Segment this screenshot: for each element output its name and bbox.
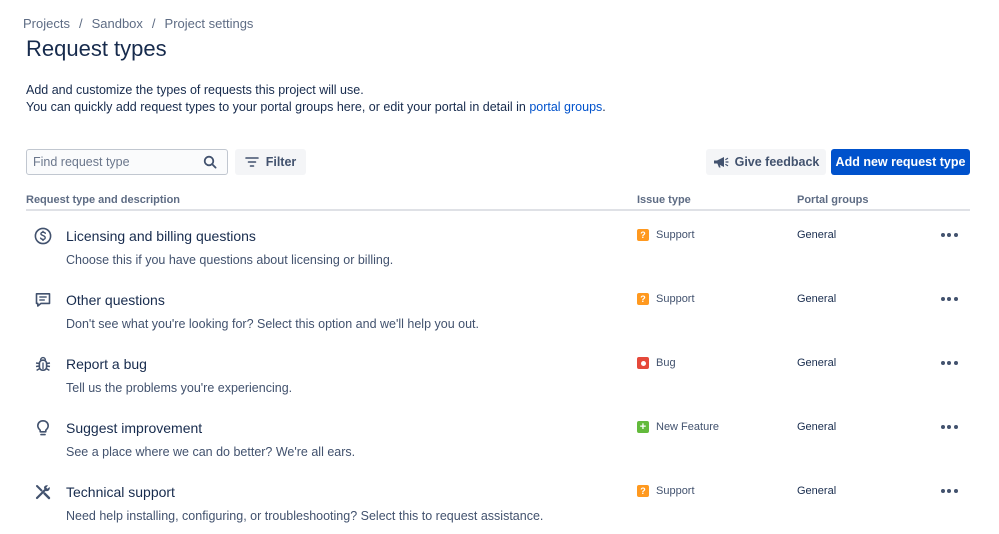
description-suffix: . <box>602 100 606 114</box>
description-text: You can quickly add request types to you… <box>26 100 530 114</box>
search-input[interactable] <box>33 155 203 169</box>
description-line-2: You can quickly add request types to you… <box>26 99 606 116</box>
add-new-request-type-button[interactable]: Add new request type <box>831 149 970 175</box>
breadcrumb-separator: / <box>151 16 156 31</box>
tools-icon <box>34 483 52 501</box>
more-actions-icon[interactable] <box>937 419 961 435</box>
issue-type-label: Support <box>656 229 695 241</box>
issue-type-label: Support <box>656 485 695 497</box>
request-type-description: Need help installing, configuring, or tr… <box>66 509 544 523</box>
breadcrumb-project-settings[interactable]: Project settings <box>165 16 254 31</box>
column-header-issue-type: Issue type <box>637 194 691 206</box>
filter-label: Filter <box>265 155 297 169</box>
column-header-request-type: Request type and description <box>26 194 181 206</box>
question-badge-icon: ? <box>637 229 649 241</box>
breadcrumb-projects[interactable]: Projects <box>23 16 70 31</box>
filter-button[interactable]: Filter <box>235 149 306 175</box>
issue-type: Bug <box>637 357 676 369</box>
breadcrumb-sandbox[interactable]: Sandbox <box>92 16 143 31</box>
request-type-description: Tell us the problems you're experiencing… <box>66 381 293 395</box>
bug-badge-icon <box>637 357 649 369</box>
portal-group: General <box>797 485 837 497</box>
more-actions-icon[interactable] <box>937 291 961 307</box>
search-icon[interactable] <box>203 155 217 169</box>
more-actions-icon[interactable] <box>937 483 961 499</box>
give-feedback-button[interactable]: Give feedback <box>706 149 826 175</box>
issue-type-label: Bug <box>656 357 676 369</box>
search-box <box>26 149 228 175</box>
bug-icon <box>34 355 52 373</box>
dollar-circle-icon <box>34 227 52 245</box>
breadcrumb: Projects / Sandbox / Project settings <box>23 16 253 31</box>
table-row[interactable]: Report a bug Tell us the problems you're… <box>26 343 970 407</box>
question-badge-icon: ? <box>637 485 649 497</box>
request-type-name[interactable]: Licensing and billing questions <box>66 228 256 244</box>
table-row[interactable]: Suggest improvement See a place where we… <box>26 407 970 471</box>
portal-group: General <box>797 229 837 241</box>
request-type-description: See a place where we can do better? We'r… <box>66 445 356 459</box>
table-header: Request type and description Issue type … <box>26 192 970 211</box>
megaphone-icon <box>713 155 729 169</box>
more-actions-icon[interactable] <box>937 355 961 371</box>
comment-icon <box>34 291 52 309</box>
request-type-name[interactable]: Report a bug <box>66 356 147 372</box>
request-type-description: Choose this if you have questions about … <box>66 253 394 267</box>
more-actions-icon[interactable] <box>937 227 961 243</box>
portal-groups-link[interactable]: portal groups <box>529 100 602 114</box>
question-badge-icon: ? <box>637 293 649 305</box>
table-row[interactable]: Technical support Need help installing, … <box>26 471 970 534</box>
description-line-1: Add and customize the types of requests … <box>26 83 364 97</box>
portal-group: General <box>797 357 837 369</box>
table-row[interactable]: Other questions Don't see what you're lo… <box>26 279 970 343</box>
page-description: Add and customize the types of requests … <box>26 82 606 116</box>
breadcrumb-separator: / <box>78 16 83 31</box>
column-header-portal-groups: Portal groups <box>797 194 869 206</box>
request-type-name[interactable]: Technical support <box>66 484 175 500</box>
issue-type: + New Feature <box>637 421 719 433</box>
request-type-name[interactable]: Suggest improvement <box>66 420 202 436</box>
give-feedback-label: Give feedback <box>734 155 820 169</box>
page-title: Request types <box>26 36 167 61</box>
request-type-name[interactable]: Other questions <box>66 292 165 308</box>
issue-type: ? Support <box>637 293 695 305</box>
issue-type: ? Support <box>637 485 695 497</box>
issue-type-label: Support <box>656 293 695 305</box>
portal-group: General <box>797 421 837 433</box>
lightbulb-icon <box>34 419 52 437</box>
issue-type: ? Support <box>637 229 695 241</box>
portal-group: General <box>797 293 837 305</box>
filter-icon <box>244 156 259 168</box>
request-type-description: Don't see what you're looking for? Selec… <box>66 317 479 331</box>
issue-type-label: New Feature <box>656 421 719 433</box>
plus-badge-icon: + <box>637 421 649 433</box>
table-row[interactable]: Licensing and billing questions Choose t… <box>26 215 970 279</box>
